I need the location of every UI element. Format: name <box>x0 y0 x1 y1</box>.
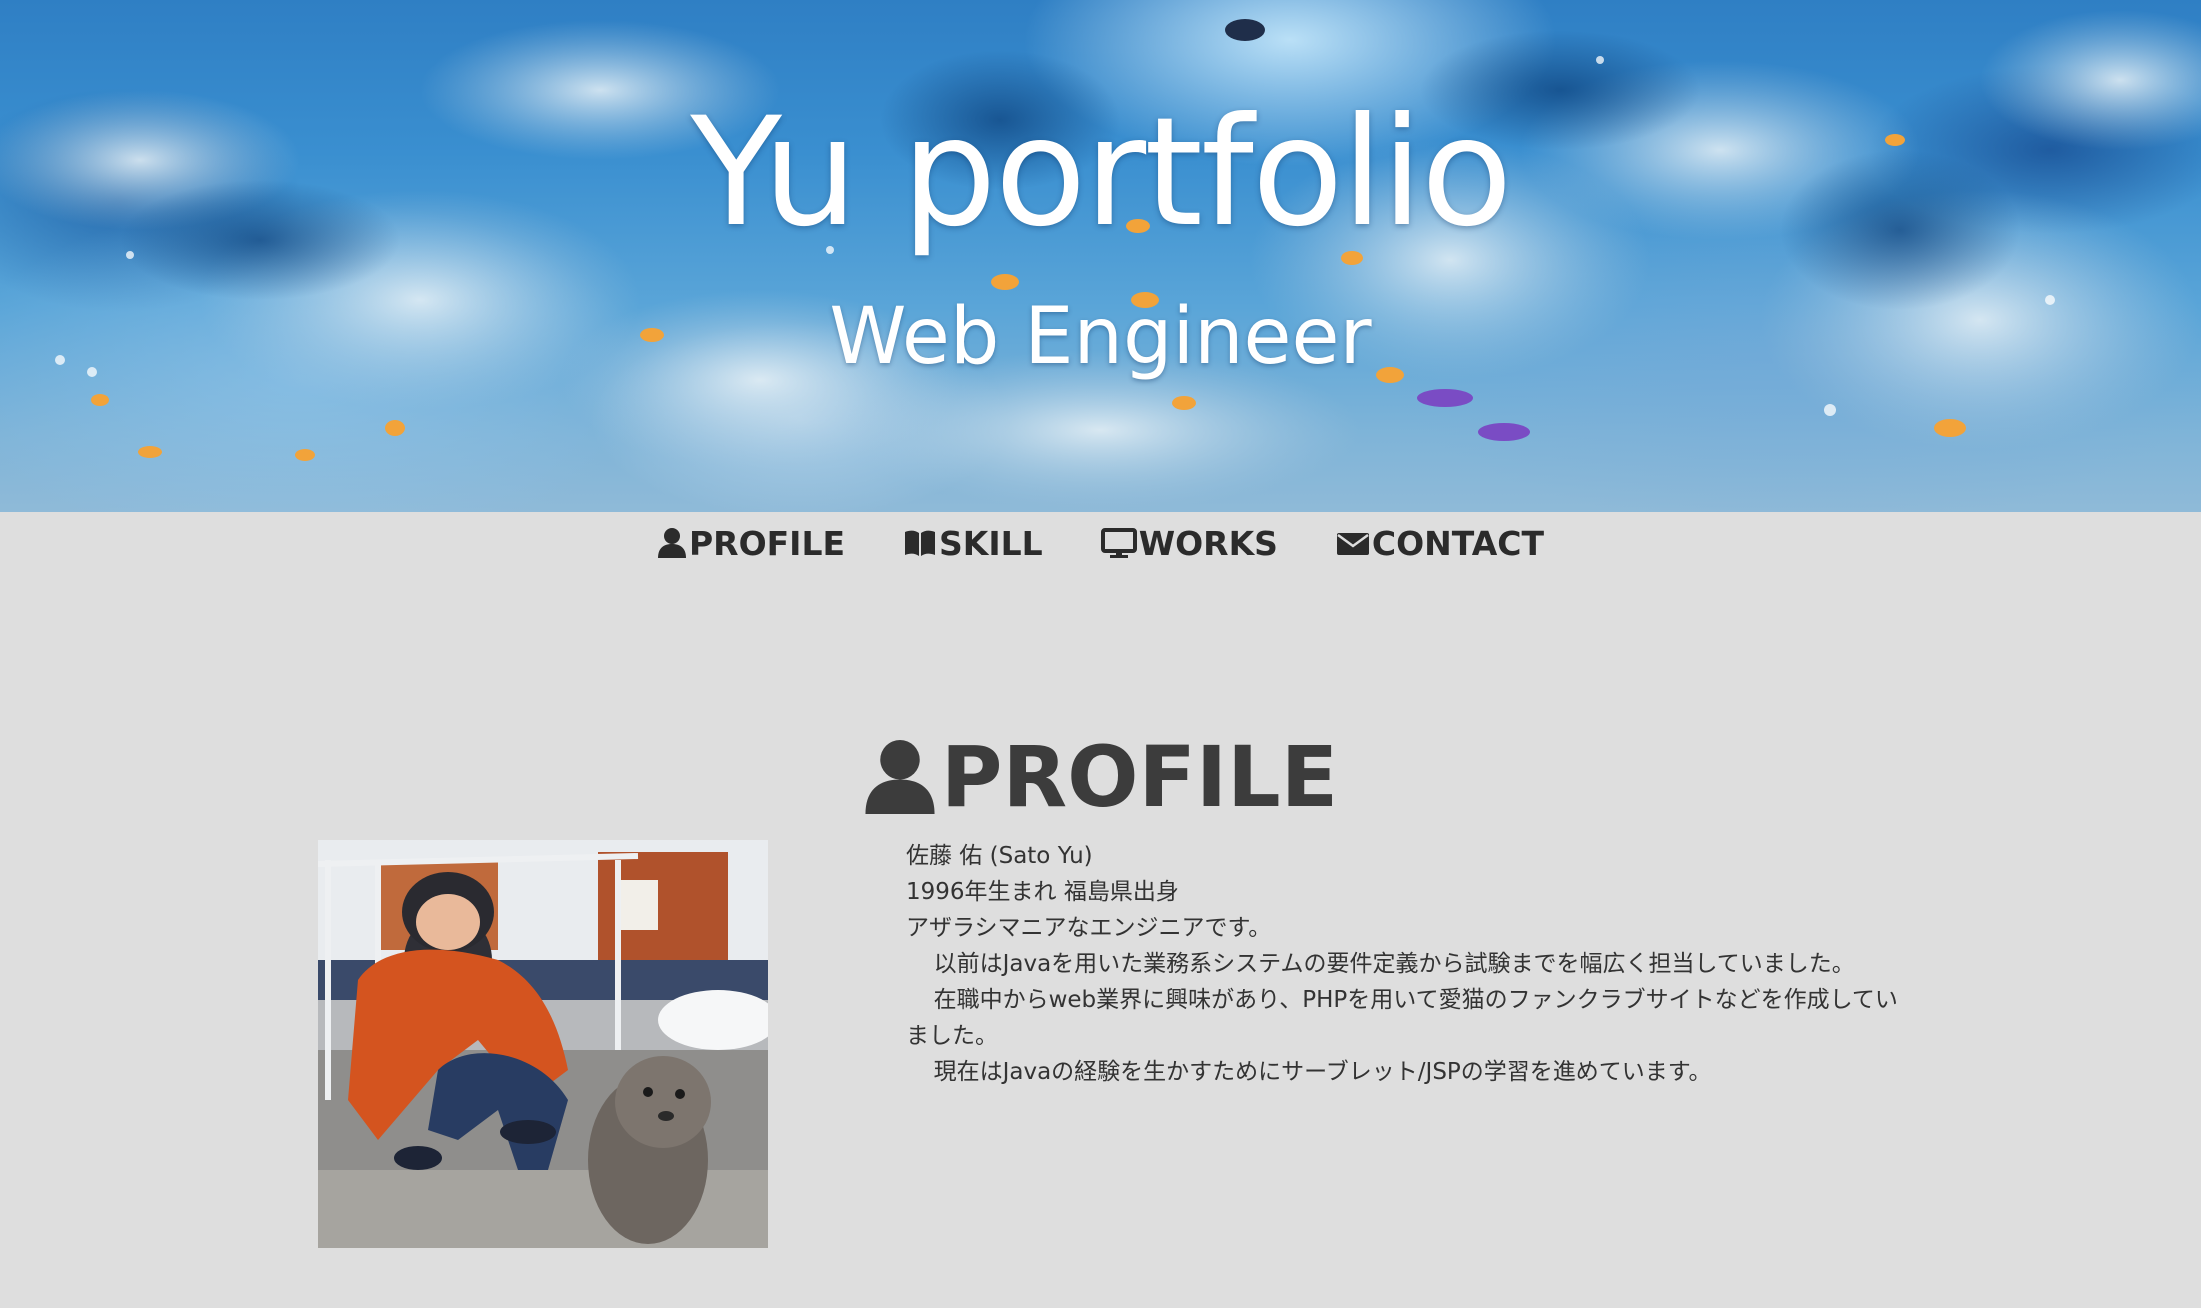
monitor-icon <box>1100 528 1137 558</box>
profile-heading-label: PROFILE <box>940 727 1339 826</box>
nav-item-contact[interactable]: CONTACT <box>1336 524 1544 563</box>
book-icon <box>905 530 936 556</box>
envelope-icon <box>1336 533 1369 555</box>
profile-photo <box>318 840 768 1248</box>
profile-description: 佐藤 佑 (Sato Yu) 1996年生まれ 福島県出身 アザラシマニアなエン… <box>906 838 1906 1090</box>
nav-item-label: CONTACT <box>1371 523 1545 563</box>
profile-paragraph: 現在はJavaの経験を生かすためにサーブレット/JSPの学習を進めています。 <box>933 1059 1712 1085</box>
site-subtitle: Web Engineer <box>829 292 1372 382</box>
profile-name: 佐藤 佑 (Sato Yu) <box>906 843 1093 869</box>
nav-item-label: SKILL <box>939 523 1043 563</box>
user-icon <box>865 739 935 814</box>
user-icon <box>657 528 686 558</box>
nav-item-works[interactable]: WORKS <box>1100 523 1278 563</box>
profile-tagline: アザラシマニアなエンジニアです。 <box>906 915 1272 941</box>
nav-item-profile[interactable]: PROFILE <box>657 524 845 563</box>
profile-paragraph: 在職中からweb業界に興味があり、PHPを用いて愛猫のファンクラブサイトなどを作… <box>906 987 1898 1049</box>
nav-item-skill[interactable]: SKILL <box>903 524 1043 563</box>
profile-birth: 1996年生まれ 福島県出身 <box>906 879 1179 905</box>
site-title: Yu portfolio <box>690 86 1512 260</box>
profile-paragraph: 以前はJavaを用いた業務系システムの要件定義から試験までを幅広く担当していまし… <box>933 951 1855 977</box>
nav-item-label: WORKS <box>1138 523 1278 563</box>
profile-heading: PROFILE <box>0 722 2201 832</box>
main-nav: PROFILE SKILL WORKS CONTACT <box>0 512 2201 574</box>
nav-item-label: PROFILE <box>688 523 846 563</box>
hero-banner: Yu portfolio Web Engineer <box>0 0 2201 512</box>
